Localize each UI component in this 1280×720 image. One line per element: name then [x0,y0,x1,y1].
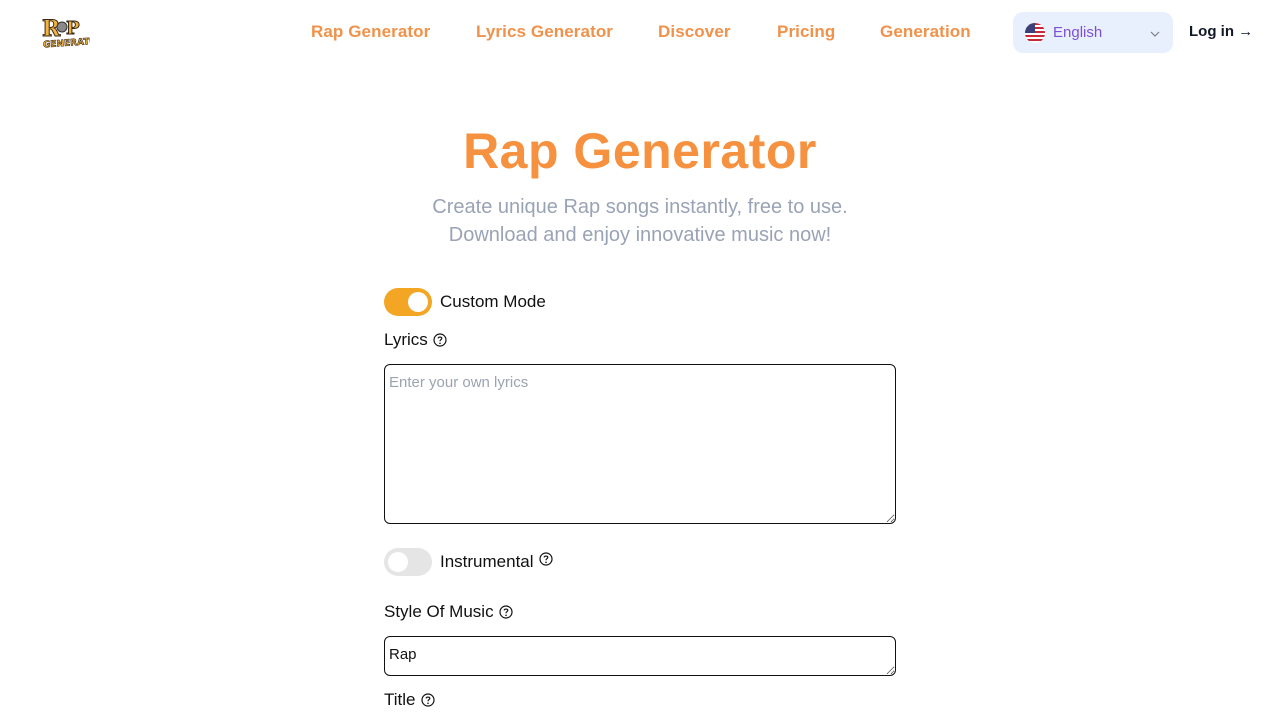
instrumental-label-text: Instrumental [440,552,534,571]
help-icon[interactable] [433,333,447,347]
login-link[interactable]: Log in → [1189,23,1253,40]
custom-mode-toggle[interactable] [384,288,432,316]
lyrics-input[interactable] [384,364,896,524]
nav-discover[interactable]: Discover [658,22,731,42]
style-label-text: Style Of Music [384,602,494,621]
lyrics-label: Lyrics [384,330,447,350]
language-select[interactable]: English [1013,12,1173,53]
language-label: English [1053,24,1103,41]
help-icon[interactable] [538,552,553,566]
help-icon[interactable] [420,693,435,707]
nav-lyrics-generator[interactable]: Lyrics Generator [476,22,613,42]
nav-pricing[interactable]: Pricing [777,22,835,42]
subtitle-line-2: Download and enjoy innovative music now! [448,224,832,246]
page-subtitle: Create unique Rap songs instantly, free … [0,193,1280,249]
nav-rap-generator[interactable]: Rap Generator [311,22,430,42]
subtitle-line-1: Create unique Rap songs instantly, free … [432,196,848,218]
lyrics-label-text: Lyrics [384,330,428,349]
style-of-music-input[interactable]: Rap [384,636,896,676]
help-icon[interactable] [498,605,513,619]
instrumental-label: Instrumental [440,552,553,572]
page-title: Rap Generator [463,123,817,179]
style-of-music-label: Style Of Music [384,602,513,622]
custom-mode-label: Custom Mode [440,292,546,312]
svg-text:P: P [66,18,80,39]
toggle-knob [408,292,428,312]
chevron-down-icon [1149,27,1161,39]
instrumental-toggle[interactable] [384,548,432,576]
toggle-knob [388,552,408,572]
site-header: R P GENERATOR Rap Generator Lyrics Gener… [0,0,1280,64]
title-label-text: Title [384,690,416,709]
nav-generation[interactable]: Generation [880,22,971,42]
logo[interactable]: R P GENERATOR [40,14,105,51]
custom-mode-text: Custom Mode [440,292,546,311]
title-label: Title [384,690,435,710]
us-flag-icon [1025,22,1045,43]
